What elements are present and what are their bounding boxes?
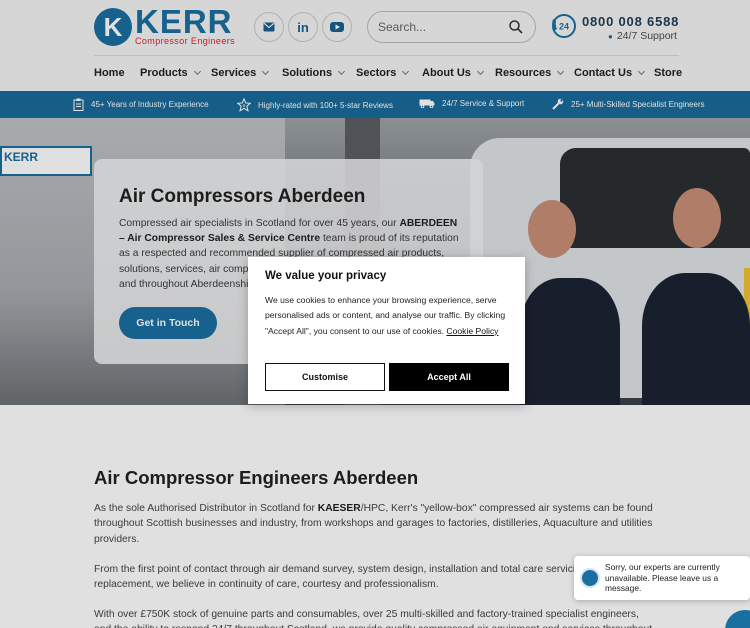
nav-item-contact-us[interactable]: Contact Us (574, 67, 646, 79)
nav-item-solutions[interactable]: Solutions (282, 67, 346, 79)
phone-24-icon: 24 (552, 14, 576, 38)
clipboard-icon (73, 98, 84, 111)
linkedin-icon[interactable]: in (288, 12, 318, 42)
email-icon[interactable] (254, 12, 284, 42)
chat-message: Sorry, our experts are currently unavail… (605, 562, 720, 593)
nav-item-services[interactable]: Services (211, 67, 270, 79)
nav-item-about-us[interactable]: About Us (422, 67, 484, 79)
chevron-down-icon (638, 67, 646, 76)
hero-title: Air Compressors Aberdeen (119, 186, 366, 207)
nav-item-products[interactable]: Products (140, 67, 201, 79)
feature-experience: 45+ Years of Industry Experience (73, 98, 209, 111)
section-title: Air Compressor Engineers Aberdeen (94, 467, 419, 488)
van-icon (419, 99, 435, 108)
logo-mark: K (94, 8, 132, 46)
feature-reviews: 5 Highly-rated with 100+ 5-star Reviews (237, 98, 393, 112)
chevron-down-icon (338, 67, 346, 76)
chevron-down-icon (476, 67, 484, 76)
chevron-down-icon (262, 67, 270, 76)
care-paragraph: From the first point of contact through … (94, 564, 639, 591)
cookie-policy-link[interactable]: Cookie Policy (446, 326, 498, 336)
wrench-icon (552, 98, 564, 110)
search-input[interactable] (378, 20, 508, 34)
chat-launcher-button[interactable] (725, 610, 750, 628)
logo-tagline: Compressor Engineers (135, 36, 236, 46)
svg-text:24: 24 (559, 22, 569, 32)
search-icon[interactable] (508, 19, 524, 35)
engineer-left (520, 278, 620, 405)
chat-popup[interactable]: Sorry, our experts are currently unavail… (574, 556, 750, 600)
star-icon: 5 (237, 98, 251, 112)
nav-item-resources[interactable]: Resources (495, 67, 565, 79)
accept-all-button[interactable]: Accept All (389, 363, 509, 391)
search-box[interactable] (367, 11, 536, 43)
stock-paragraph: With over £750K stock of genuine parts a… (94, 609, 652, 628)
svg-text:5: 5 (243, 103, 246, 108)
cookie-title: We value your privacy (265, 270, 387, 282)
chevron-down-icon (193, 67, 201, 76)
phone-number[interactable]: 0800 008 6588 (582, 14, 679, 29)
feature-bar: 45+ Years of Industry Experience 5 Highl… (0, 91, 750, 118)
youtube-icon[interactable] (322, 12, 352, 42)
cookie-consent-dialog: We value your privacy We use cookies to … (248, 257, 525, 404)
logo-wordmark: KERR (135, 3, 233, 40)
feature-service: 24/7 Service & Support (419, 98, 524, 108)
engineer-right (642, 273, 750, 405)
building-sign: KERR (0, 146, 92, 176)
support-label: ● 24/7 Support (608, 30, 677, 42)
nav-item-store[interactable]: Store (654, 67, 682, 79)
customise-button[interactable]: Customise (265, 363, 385, 391)
cookie-body: We use cookies to enhance your browsing … (265, 295, 506, 336)
nav-item-home[interactable]: Home (94, 67, 125, 79)
header: K KERR Compressor Engineers in 24 0800 0… (0, 0, 750, 56)
chat-avatar (580, 568, 600, 588)
get-in-touch-button[interactable]: Get in Touch (119, 307, 217, 339)
intro-paragraph: As the sole Authorised Distributor in Sc… (94, 503, 653, 545)
feature-engineers: 25+ Multi-Skilled Specialist Engineers (552, 98, 705, 110)
chevron-down-icon (557, 67, 565, 76)
nav-item-sectors[interactable]: Sectors (356, 67, 410, 79)
chevron-down-icon (402, 67, 410, 76)
page: K KERR Compressor Engineers in 24 0800 0… (0, 0, 750, 628)
main-nav: Home Products Services Solutions Sectors… (0, 56, 750, 91)
logo[interactable]: K KERR Compressor Engineers (94, 3, 236, 46)
